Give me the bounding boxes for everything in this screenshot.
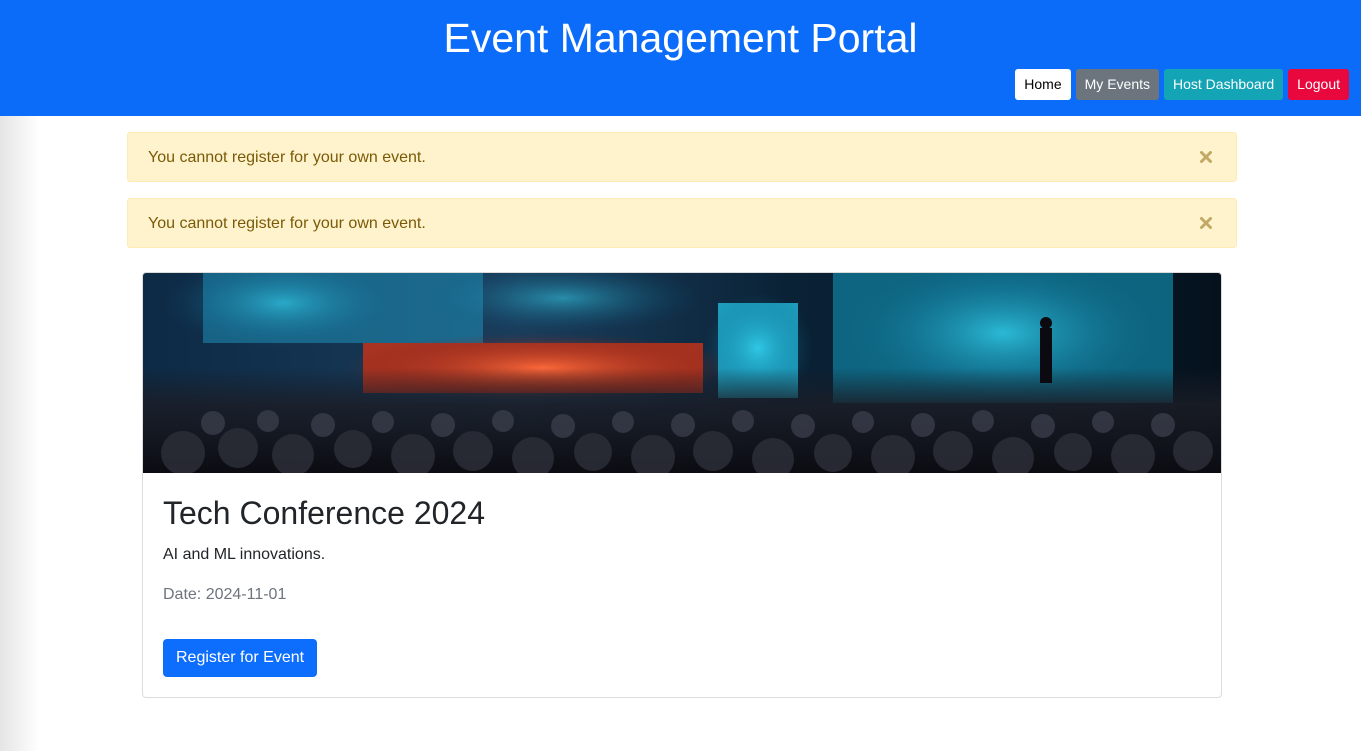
close-icon[interactable]	[1198, 146, 1214, 168]
close-icon[interactable]	[1198, 212, 1214, 234]
nav-bar: Home My Events Host Dashboard Logout	[1015, 69, 1349, 100]
event-date: Date: 2024-11-01	[163, 586, 287, 603]
register-button[interactable]: Register for Event	[163, 639, 318, 677]
edge-shadow	[0, 116, 40, 751]
event-description: AI and ML innovations.	[163, 546, 326, 563]
alert-message: You cannot register for your own event.	[148, 149, 426, 166]
my-events-button[interactable]: My Events	[1075, 69, 1159, 100]
event-image	[143, 273, 1221, 473]
event-card: Tech Conference 2024 AI and ML innovatio…	[142, 272, 1222, 698]
event-title: Tech Conference 2024	[163, 495, 485, 531]
alert-message: You cannot register for your own event.	[148, 215, 426, 232]
logout-button[interactable]: Logout	[1288, 69, 1349, 100]
warning-alert: You cannot register for your own event.	[127, 132, 1237, 182]
host-dashboard-button[interactable]: Host Dashboard	[1164, 69, 1284, 100]
page-title: Event Management Portal	[443, 15, 918, 61]
home-button[interactable]: Home	[1015, 69, 1071, 100]
header: Event Management Portal Home My Events H…	[0, 0, 1361, 116]
page: Event Management Portal Home My Events H…	[0, 0, 1361, 751]
warning-alert: You cannot register for your own event.	[127, 198, 1237, 248]
